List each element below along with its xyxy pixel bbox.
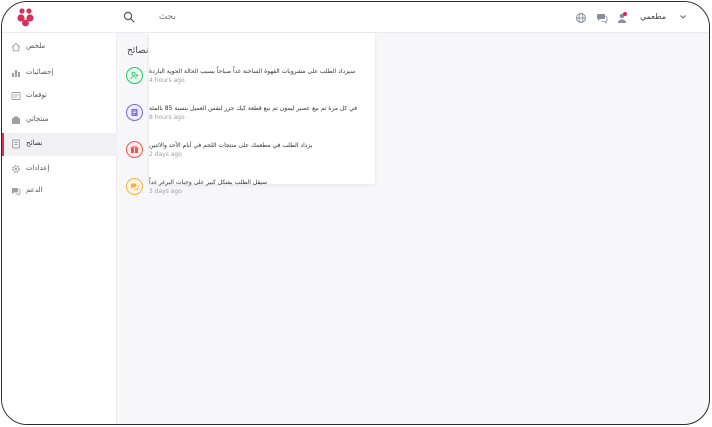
- tip-text: يزداد الطلب في مطعمك على منتجات اللحم في…: [149, 142, 313, 149]
- tip-time: 4 hours ago: [149, 77, 185, 84]
- chevron-down-icon[interactable]: [679, 13, 687, 21]
- tip-item[interactable]: في كل مرة تم بيع عصير ليمون تم بيع قطعة …: [126, 104, 366, 134]
- logo-icon: [17, 8, 34, 27]
- tip-time: 8 hours ago: [149, 114, 185, 121]
- home-icon: [11, 42, 21, 52]
- search-input[interactable]: [136, 9, 176, 25]
- forecast-icon: [11, 92, 21, 100]
- sidebar: ملخص إحصائيات توقعات منتجاتي نصائح إعداد…: [2, 33, 117, 424]
- tip-text: سيزداد الطلب على مشروبات القهوة الساخنة …: [149, 68, 356, 75]
- search-icon[interactable]: [123, 11, 135, 23]
- sidebar-item-label: توقعات: [26, 91, 48, 99]
- sidebar-item-label: نصائح: [26, 139, 43, 147]
- chat-bubbles-icon: [126, 178, 143, 195]
- chat-icon[interactable]: [596, 12, 608, 24]
- sidebar-item-settings[interactable]: إعدادات: [2, 158, 117, 181]
- page-title: نصائح: [127, 46, 149, 56]
- tip-text: في كل مرة تم بيع عصير ليمون تم بيع قطعة …: [149, 105, 358, 112]
- tip-item[interactable]: سيزداد الطلب على مشروبات القهوة الساخنة …: [126, 67, 366, 97]
- tip-item[interactable]: يزداد الطلب في مطعمك على منتجات اللحم في…: [126, 141, 366, 171]
- sidebar-item-summary[interactable]: ملخص: [2, 36, 117, 59]
- sidebar-item-label: ملخص: [26, 42, 46, 50]
- sidebar-item-label: الدعم: [26, 186, 43, 194]
- tip-time: 3 days ago: [149, 188, 182, 195]
- products-icon: [12, 116, 20, 124]
- tip-text: سيقل الطلب بشكل كبير على وجبات البرغر غد…: [149, 179, 268, 186]
- tip-item[interactable]: سيقل الطلب بشكل كبير على وجبات البرغر غد…: [126, 178, 366, 208]
- sidebar-item-statistics[interactable]: إحصائيات: [2, 62, 117, 85]
- sidebar-item-forecasts[interactable]: توقعات: [2, 85, 117, 108]
- sidebar-item-products[interactable]: منتجاتي: [2, 109, 117, 132]
- globe-icon[interactable]: [575, 12, 587, 24]
- sidebar-item-tips[interactable]: نصائح: [2, 133, 117, 156]
- app-window: مطعمي ملخص إحصائيات توقعا: [1, 1, 710, 425]
- tip-time: 2 days ago: [149, 151, 182, 158]
- tips-icon: [12, 139, 20, 149]
- notification-dot: [623, 12, 627, 16]
- gear-icon: [12, 165, 20, 173]
- bar-chart-icon: [12, 70, 20, 77]
- sidebar-item-label: إعدادات: [26, 164, 50, 172]
- top-bar: مطعمي: [2, 2, 709, 33]
- sidebar-item-label: منتجاتي: [26, 115, 49, 123]
- sidebar-item-label: إحصائيات: [26, 68, 54, 76]
- user-plus-icon: [126, 67, 143, 84]
- support-icon: [12, 188, 21, 196]
- gift-icon: [126, 141, 143, 158]
- document-icon: [126, 104, 143, 121]
- user-name[interactable]: مطعمي: [640, 12, 666, 21]
- sidebar-item-support[interactable]: الدعم: [2, 180, 117, 203]
